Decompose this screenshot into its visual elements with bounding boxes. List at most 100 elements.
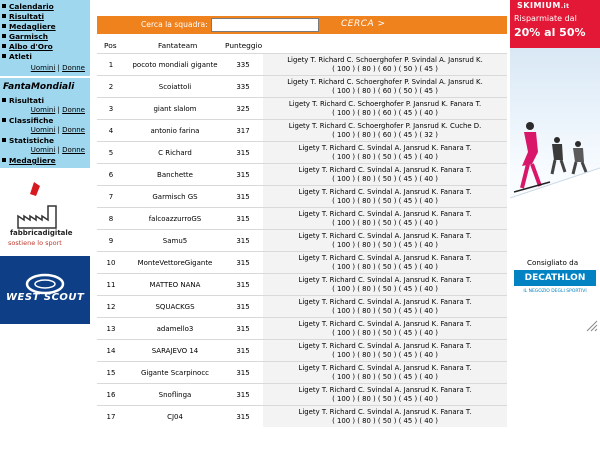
menu-item-albo-doro[interactable]: Albo d'Oro: [2, 42, 53, 51]
athlete-names: Ligety T. Richard C. Svindal A. Jansrud …: [298, 232, 472, 240]
menu-link[interactable]: Calendario: [9, 2, 54, 11]
fanta-risultati-links: Uomini | Donne: [31, 106, 85, 115]
menu-link[interactable]: Albo d'Oro: [9, 42, 53, 51]
athlete-names: Ligety T. Richard C. Svindal A. Jansrud …: [298, 364, 472, 372]
row-athletes: Ligety T. Richard C. Schoerghofer P. Svi…: [263, 54, 507, 75]
table-row: 13 adamello3 315 Ligety T. Richard C. Svind…: [97, 317, 507, 339]
row-athletes: Ligety T. Richard C. Svindal A. Jansrud …: [263, 142, 507, 163]
athlete-names: Ligety T. Richard C. Svindal A. Jansrud …: [298, 144, 472, 152]
table-row: 7 Garmisch GS 315 Ligety T. Richard C. Svin…: [97, 185, 507, 207]
separator: |: [57, 106, 60, 114]
sponsor-tagline: sostiene lo sport: [8, 239, 62, 247]
menu-link[interactable]: Risultati: [9, 12, 44, 21]
menu-item-risultati[interactable]: Risultati: [2, 12, 44, 21]
women-link[interactable]: Donne: [62, 106, 85, 114]
bullet-icon: [2, 4, 6, 8]
resize-grip-icon[interactable]: [584, 318, 598, 332]
men-link[interactable]: Uomini: [31, 106, 56, 114]
team-search-bar: Cerca la squadra: CERCA >: [97, 16, 507, 34]
athlete-scores: ( 100 ) ( 80 ) ( 50 ) ( 45 ) ( 40 ): [332, 197, 438, 205]
row-athletes: Ligety T. Richard C. Svindal A. Jansrud …: [263, 208, 507, 229]
menu-item-calendario[interactable]: Calendario: [2, 2, 54, 11]
athlete-scores: ( 100 ) ( 80 ) ( 50 ) ( 45 ) ( 40 ): [332, 417, 438, 425]
atleti-women-link[interactable]: Donne: [62, 64, 85, 72]
bullet-icon: [2, 138, 6, 142]
menu-item-atleti: Atleti: [2, 52, 32, 61]
athlete-scores: ( 100 ) ( 80 ) ( 60 ) ( 50 ) ( 45 ): [332, 87, 438, 95]
table-row: 2 Scoiattoli 335 Ligety T. Richard C. Schoe…: [97, 75, 507, 97]
bullet-icon: [2, 44, 6, 48]
fanta-medagliere[interactable]: Medagliere: [2, 156, 56, 165]
menu-link[interactable]: Medagliere: [9, 22, 56, 31]
sponsor-name: fabbricadigitale: [10, 229, 73, 237]
atleti-gender-links: Uomini | Donne: [31, 64, 85, 73]
women-link[interactable]: Donne: [62, 126, 85, 134]
west-scout-banner[interactable]: WEST SCOUT: [0, 256, 90, 324]
main-menu: Calendario Risultati Medagliere Garmisch…: [0, 0, 90, 76]
west-scout-logo-icon: [25, 273, 65, 295]
decathlon-tagline: IL NEGOZIO DEGLI SPORTIVI: [523, 289, 587, 294]
row-athletes: Ligety T. Richard C. Svindal A. Jansrud …: [263, 406, 507, 427]
fanta-classifiche: Classifiche: [2, 116, 53, 125]
menu-item-garmisch[interactable]: Garmisch: [2, 32, 48, 41]
table-row: 17 CJ04 315 Ligety T. Richard C. Svindal A.…: [97, 405, 507, 427]
row-position: 17: [106, 413, 116, 421]
table-row: 8 falcoazzurroGS 315 Ligety T. Richard C. S…: [97, 207, 507, 229]
team-search-input[interactable]: [211, 18, 319, 32]
main-content: Cerca la squadra: CERCA > Pos Fantateam …: [97, 16, 507, 450]
bullet-icon: [2, 34, 6, 38]
athlete-names: Ligety T. Richard C. Svindal A. Jansrud …: [298, 188, 472, 196]
athlete-names: Ligety T. Richard C. Svindal A. Jansrud …: [298, 320, 472, 328]
fabbricadigitale-banner[interactable]: fabbricadigitale sostiene lo sport: [0, 176, 90, 248]
men-link[interactable]: Uomini: [31, 146, 56, 154]
athlete-scores: ( 100 ) ( 80 ) ( 60 ) ( 45 ) ( 40 ): [332, 109, 438, 117]
athlete-scores: ( 100 ) ( 80 ) ( 50 ) ( 45 ) ( 40 ): [332, 395, 438, 403]
ad-brand-suffix: .it: [560, 3, 570, 10]
table-row: 16 Snoflinga 315 Ligety T. Richard C. Svind…: [97, 383, 507, 405]
bullet-icon: [2, 98, 6, 102]
fanta-risultati: Risultati: [2, 96, 44, 105]
menu-item-medagliere[interactable]: Medagliere: [2, 22, 56, 31]
women-link[interactable]: Donne: [62, 146, 85, 154]
ad-advised-by: Consigliato da: [527, 258, 579, 267]
bullet-icon: [2, 54, 6, 58]
ad-headline: Risparmiate dal: [514, 14, 577, 23]
search-button[interactable]: CERCA >: [341, 19, 386, 29]
skier-image-icon: [509, 122, 600, 248]
men-link[interactable]: Uomini: [31, 126, 56, 134]
row-athletes: Ligety T. Richard C. Svindal A. Jansrud …: [263, 318, 507, 339]
separator: |: [57, 126, 60, 134]
athlete-scores: ( 100 ) ( 80 ) ( 50 ) ( 45 ) ( 40 ): [332, 219, 438, 227]
atleti-men-link[interactable]: Uomini: [31, 64, 56, 72]
ad-skier-photo: [509, 48, 600, 248]
athlete-scores: ( 100 ) ( 80 ) ( 50 ) ( 45 ) ( 40 ): [332, 285, 438, 293]
table-row: 12 SQUACKGS 315 Ligety T. Richard C. Svinda…: [97, 295, 507, 317]
athlete-names: Ligety T. Richard C. Schoerghofer P. Jan…: [288, 100, 482, 108]
menu-link[interactable]: Garmisch: [9, 32, 48, 41]
row-athletes: Ligety T. Richard C. Svindal A. Jansrud …: [263, 274, 507, 295]
left-sidebar: Calendario Risultati Medagliere Garmisch…: [0, 0, 90, 450]
table-row: 3 giant slalom 325 Ligety T. Richard C. Sch…: [97, 97, 507, 119]
row-athletes: Ligety T. Richard C. Svindal A. Jansrud …: [263, 340, 507, 361]
ad-discount: 20% al 50%: [514, 26, 586, 39]
row-points: 315: [236, 413, 250, 421]
table-header: Pos Fantateam Punteggio: [97, 38, 507, 53]
table-row: 9 Samu5 315 Ligety T. Richard C. Svindal A.…: [97, 229, 507, 251]
fanta-statistiche-links: Uomini | Donne: [31, 146, 85, 155]
athlete-names: Ligety T. Richard C. Svindal A. Jansrud …: [298, 210, 472, 218]
table-row: 10 MonteVettoreGigante 315 Ligety T. Richar…: [97, 251, 507, 273]
factory-logo-icon: [17, 182, 57, 229]
table-row: 14 SARAJEVO 14 315 Ligety T. Richard C. Svi…: [97, 339, 507, 361]
athlete-names: Ligety T. Richard C. Svindal A. Jansrud …: [298, 276, 472, 284]
athlete-scores: ( 100 ) ( 80 ) ( 50 ) ( 45 ) ( 40 ): [332, 373, 438, 381]
table-row: 15 Gigante Scarpinocc 315 Ligety T. Richard…: [97, 361, 507, 383]
athlete-names: Ligety T. Richard C. Svindal A. Jansrud …: [298, 342, 472, 350]
athlete-names: Ligety T. Richard C. Svindal A. Jansrud …: [298, 166, 472, 174]
skimium-ad[interactable]: SKIMIUM.it Risparmiate dal 20% al 50% Co…: [509, 0, 600, 333]
bullet-icon: [2, 24, 6, 28]
athlete-scores: ( 100 ) ( 80 ) ( 50 ) ( 45 ) ( 40 ): [332, 153, 438, 161]
row-athletes: Ligety T. Richard C. Svindal A. Jansrud …: [263, 164, 507, 185]
menu-link[interactable]: Medagliere: [9, 156, 56, 165]
row-athletes: Ligety T. Richard C. Svindal A. Jansrud …: [263, 362, 507, 383]
ad-brand: SKIMIUM.it: [517, 1, 570, 10]
